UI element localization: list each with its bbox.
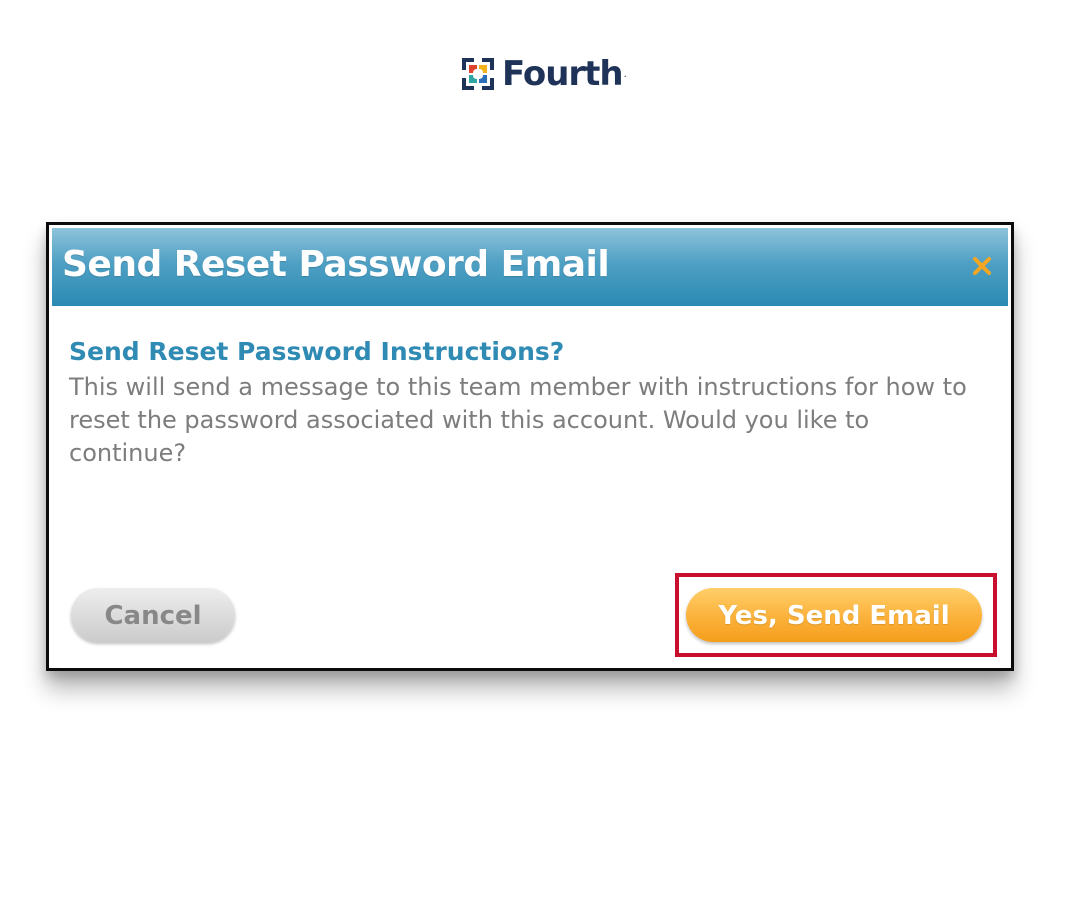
- logo-wordmark: Fourth: [502, 54, 624, 94]
- dialog-heading: Send Reset Password Instructions?: [69, 337, 565, 366]
- dialog-title: Send Reset Password Email: [62, 244, 610, 285]
- dialog-body: Send Reset Password Instructions? This w…: [69, 337, 989, 470]
- close-icon[interactable]: [970, 254, 994, 278]
- fourth-logo-icon: [462, 58, 494, 90]
- dialog-header: Send Reset Password Email: [52, 228, 1008, 306]
- send-email-button[interactable]: Yes, Send Email: [686, 588, 982, 642]
- brand-logo: Fourth.: [460, 54, 627, 94]
- page: Fourth. Send Reset Password Email Send R…: [0, 0, 1080, 920]
- reset-password-dialog: Send Reset Password Email Send Reset Pas…: [46, 222, 1014, 671]
- dialog-message: This will send a message to this team me…: [69, 373, 967, 467]
- logo-trademark-dot: .: [623, 68, 627, 80]
- cancel-button[interactable]: Cancel: [71, 588, 235, 642]
